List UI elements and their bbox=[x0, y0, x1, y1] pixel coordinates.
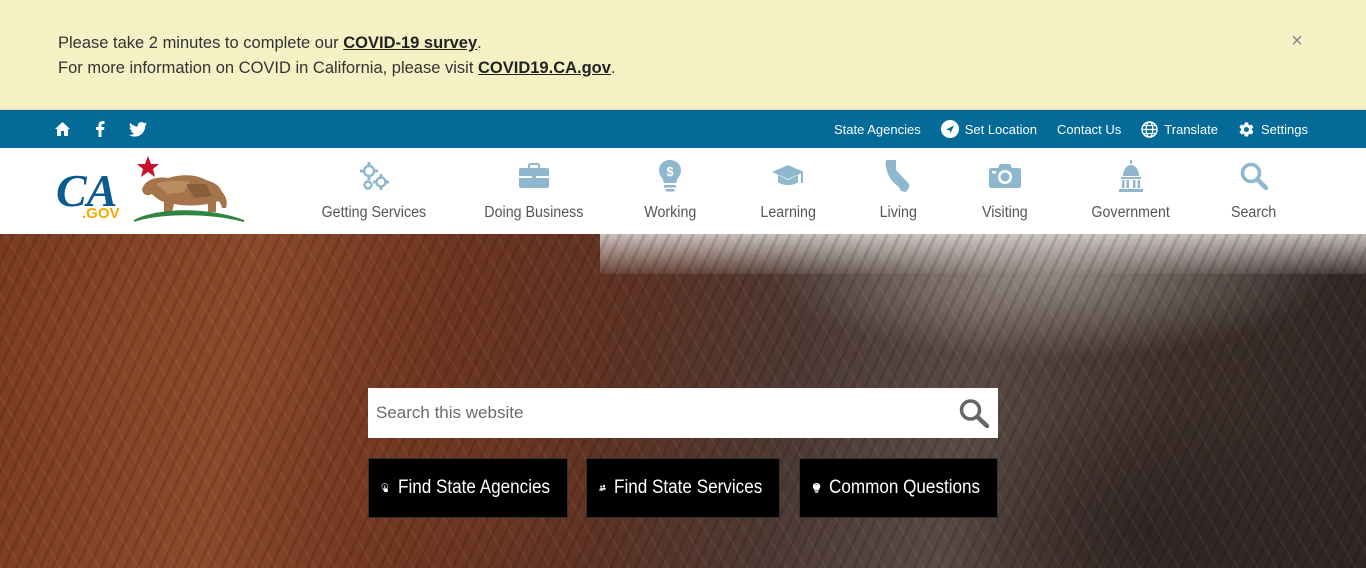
graduation-cap-icon bbox=[771, 148, 805, 204]
alert-line1-text: Please take 2 minutes to complete our bbox=[58, 34, 344, 52]
set-location-link[interactable]: Set Location bbox=[940, 120, 1037, 138]
nav-doing-business[interactable]: Doing Business bbox=[484, 148, 584, 234]
nav-label-search: Search bbox=[1231, 204, 1277, 221]
nav-search[interactable]: Search bbox=[1228, 148, 1280, 234]
hero-banner: Find State Agencies Find State Services … bbox=[0, 234, 1366, 568]
nav-government[interactable]: Government bbox=[1088, 148, 1174, 234]
find-state-agencies-button[interactable]: Find State Agencies bbox=[368, 458, 568, 518]
state-agencies-link[interactable]: State Agencies bbox=[834, 122, 921, 137]
capitol-building-icon bbox=[1118, 148, 1144, 204]
alert-line2-text: For more information on COVID in Califor… bbox=[58, 59, 478, 77]
nav-visiting[interactable]: Visiting bbox=[975, 148, 1035, 234]
utility-links: State Agencies Set Location Contact Us T… bbox=[834, 110, 1308, 148]
svg-text:$: $ bbox=[666, 164, 674, 179]
alert-message: Please take 2 minutes to complete our CO… bbox=[58, 31, 616, 81]
pointer-hand-icon bbox=[381, 483, 388, 493]
nav-learning[interactable]: Learning bbox=[756, 148, 820, 234]
common-questions-label: Common Questions bbox=[829, 477, 981, 498]
contact-us-label: Contact Us bbox=[1056, 121, 1122, 137]
twitter-icon[interactable] bbox=[128, 119, 148, 139]
globe-icon bbox=[1141, 120, 1159, 138]
settings-link[interactable]: Settings bbox=[1238, 121, 1308, 138]
covid19-ca-gov-link[interactable]: COVID19.CA.gov bbox=[478, 59, 611, 77]
gears-icon bbox=[357, 148, 391, 204]
svg-text:.GOV: .GOV bbox=[82, 205, 120, 222]
common-questions-button[interactable]: Common Questions bbox=[799, 458, 998, 518]
social-links bbox=[52, 110, 148, 148]
state-agencies-label: State Agencies bbox=[833, 121, 921, 137]
nav-working[interactable]: $ Working bbox=[638, 148, 702, 234]
settings-label: Settings bbox=[1261, 121, 1308, 137]
find-state-services-label: Find State Services bbox=[614, 477, 763, 498]
main-header: CA .GOV Getting Services Doing Business … bbox=[0, 148, 1366, 234]
briefcase-icon bbox=[518, 148, 550, 204]
location-icon bbox=[940, 120, 959, 138]
utility-bar: State Agencies Set Location Contact Us T… bbox=[0, 110, 1366, 148]
find-state-agencies-label: Find State Agencies bbox=[398, 477, 551, 498]
nav-label-learning: Learning bbox=[760, 204, 816, 221]
lightbulb-icon bbox=[812, 483, 821, 494]
nav-getting-services[interactable]: Getting Services bbox=[322, 148, 426, 234]
search-icon bbox=[1239, 148, 1269, 204]
alert-line1-suffix: . bbox=[477, 34, 482, 52]
translate-label: Translate bbox=[1164, 121, 1219, 137]
nav-label-working: Working bbox=[643, 204, 697, 221]
gear-icon bbox=[1239, 121, 1254, 137]
nav-label-doing-business: Doing Business bbox=[484, 204, 584, 221]
translate-link[interactable]: Translate bbox=[1141, 120, 1219, 138]
camera-icon bbox=[988, 148, 1022, 204]
close-icon[interactable]: × bbox=[1286, 30, 1308, 52]
facebook-icon[interactable] bbox=[90, 119, 110, 139]
people-icon bbox=[599, 484, 606, 491]
alert-line2-suffix: . bbox=[610, 59, 616, 77]
ca-gov-logo[interactable]: CA .GOV bbox=[56, 156, 246, 226]
nav-label-living: Living bbox=[879, 204, 917, 221]
covid-survey-link[interactable]: COVID-19 survey bbox=[343, 34, 477, 52]
search-icon bbox=[959, 399, 990, 429]
set-location-label: Set Location bbox=[964, 121, 1037, 137]
site-search-button[interactable] bbox=[958, 398, 990, 429]
find-state-services-button[interactable]: Find State Services bbox=[586, 458, 780, 518]
site-search-form bbox=[368, 388, 998, 438]
nav-label-getting-services: Getting Services bbox=[321, 204, 427, 221]
nav-label-government: Government bbox=[1091, 204, 1171, 221]
nav-label-visiting: Visiting bbox=[982, 204, 1028, 221]
site-search-input[interactable] bbox=[368, 388, 938, 438]
home-icon[interactable] bbox=[52, 119, 72, 139]
lightbulb-dollar-icon: $ bbox=[658, 148, 682, 204]
covid-alert-banner: Please take 2 minutes to complete our CO… bbox=[0, 0, 1366, 110]
california-state-icon bbox=[884, 148, 912, 204]
nav-living[interactable]: Living bbox=[874, 148, 922, 234]
contact-us-link[interactable]: Contact Us bbox=[1057, 122, 1121, 137]
